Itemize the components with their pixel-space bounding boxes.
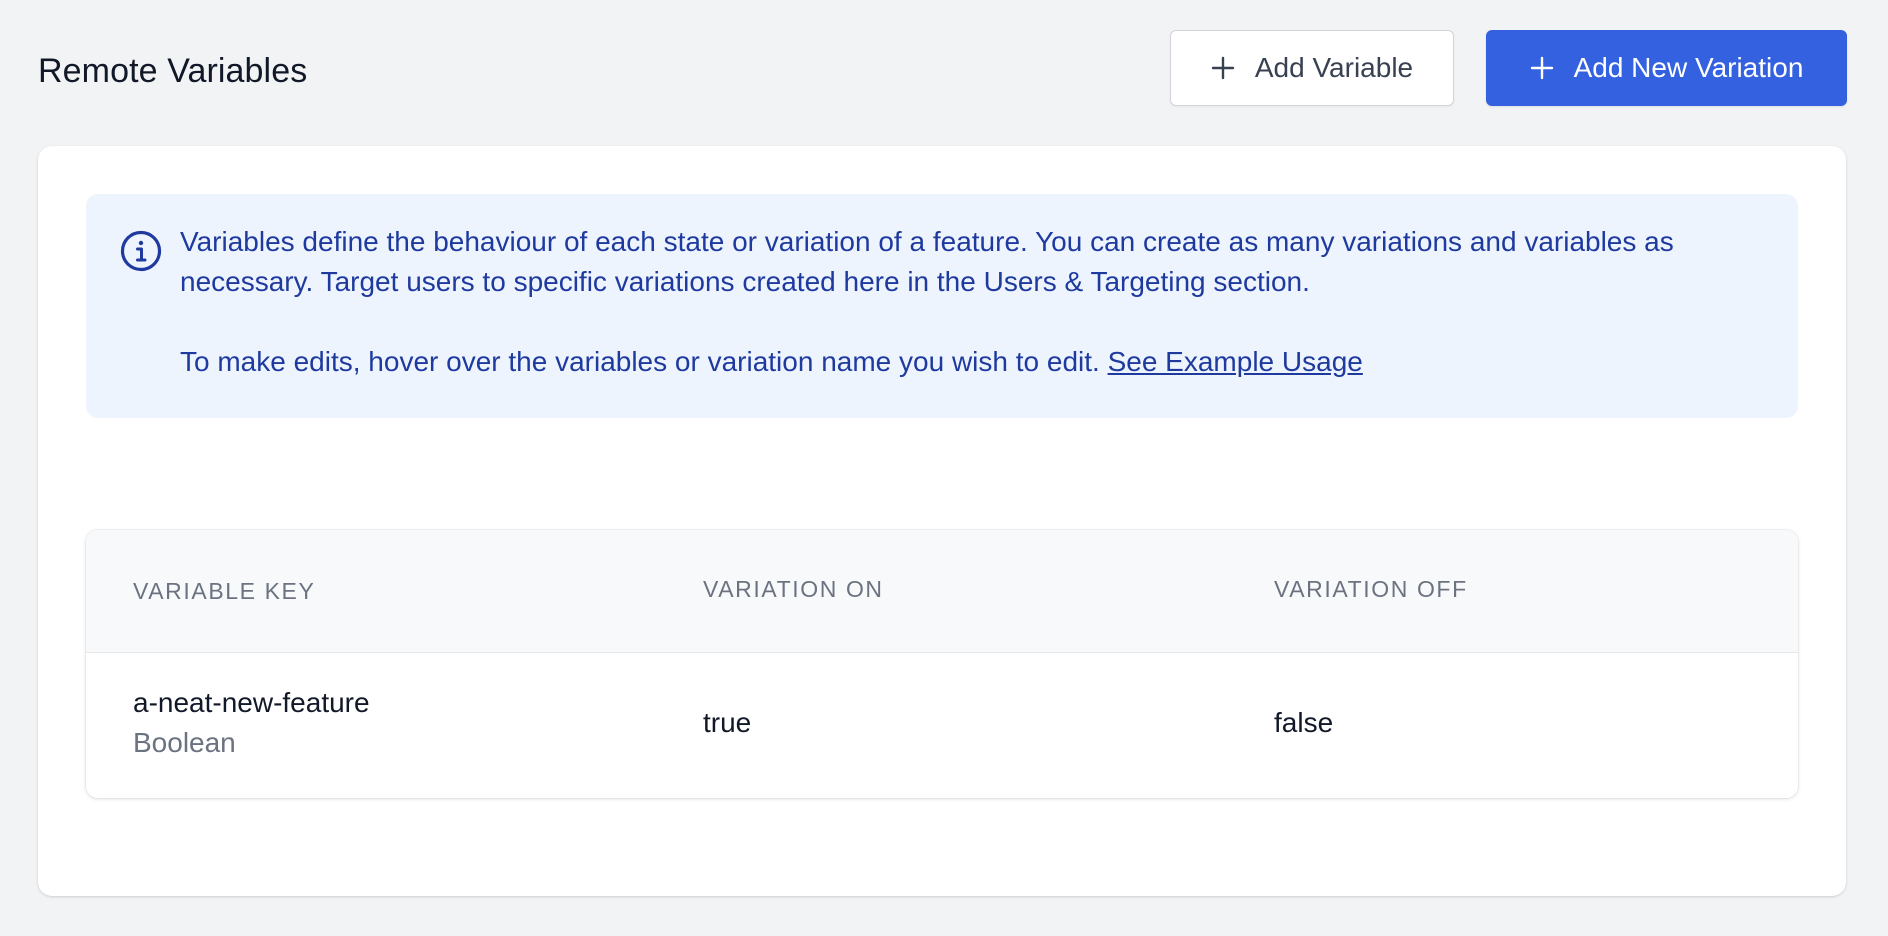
info-text: Variables define the behaviour of each s…	[180, 222, 1780, 382]
info-banner: Variables define the behaviour of each s…	[86, 194, 1798, 418]
column-header-variation-on[interactable]: Variation On	[703, 576, 884, 603]
variable-type: Boolean	[133, 727, 236, 758]
variation-off-value[interactable]: false	[1274, 707, 1333, 739]
variables-table: Variable Key Variation On Variation Off …	[86, 530, 1798, 798]
table-row[interactable]: a-neat-new-feature Boolean true false	[86, 653, 1798, 798]
add-new-variation-label: Add New Variation	[1573, 52, 1804, 83]
plus-icon	[1211, 56, 1235, 80]
info-paragraph-2-text: To make edits, hover over the variables …	[180, 346, 1100, 377]
variable-key[interactable]: a-neat-new-feature	[133, 687, 370, 719]
info-circle-icon	[120, 230, 162, 272]
add-new-variation-button[interactable]: Add New Variation	[1486, 30, 1847, 106]
add-variable-label: Add Variable	[1254, 52, 1414, 83]
add-variable-button[interactable]: Add Variable	[1170, 30, 1454, 106]
info-paragraph-1: Variables define the behaviour of each s…	[180, 226, 1674, 297]
info-paragraph-2: To make edits, hover over the variables …	[180, 342, 1780, 382]
column-header-variation-off[interactable]: Variation Off	[1274, 576, 1468, 603]
variation-on-value[interactable]: true	[703, 707, 751, 739]
plus-icon	[1530, 56, 1553, 80]
column-header-variable-key: Variable Key	[133, 578, 316, 604]
see-example-usage-link[interactable]: See Example Usage	[1108, 346, 1363, 377]
page-title: Remote Variables	[38, 52, 308, 90]
table-header: Variable Key Variation On Variation Off	[86, 530, 1798, 653]
variables-card: Variables define the behaviour of each s…	[38, 146, 1846, 896]
